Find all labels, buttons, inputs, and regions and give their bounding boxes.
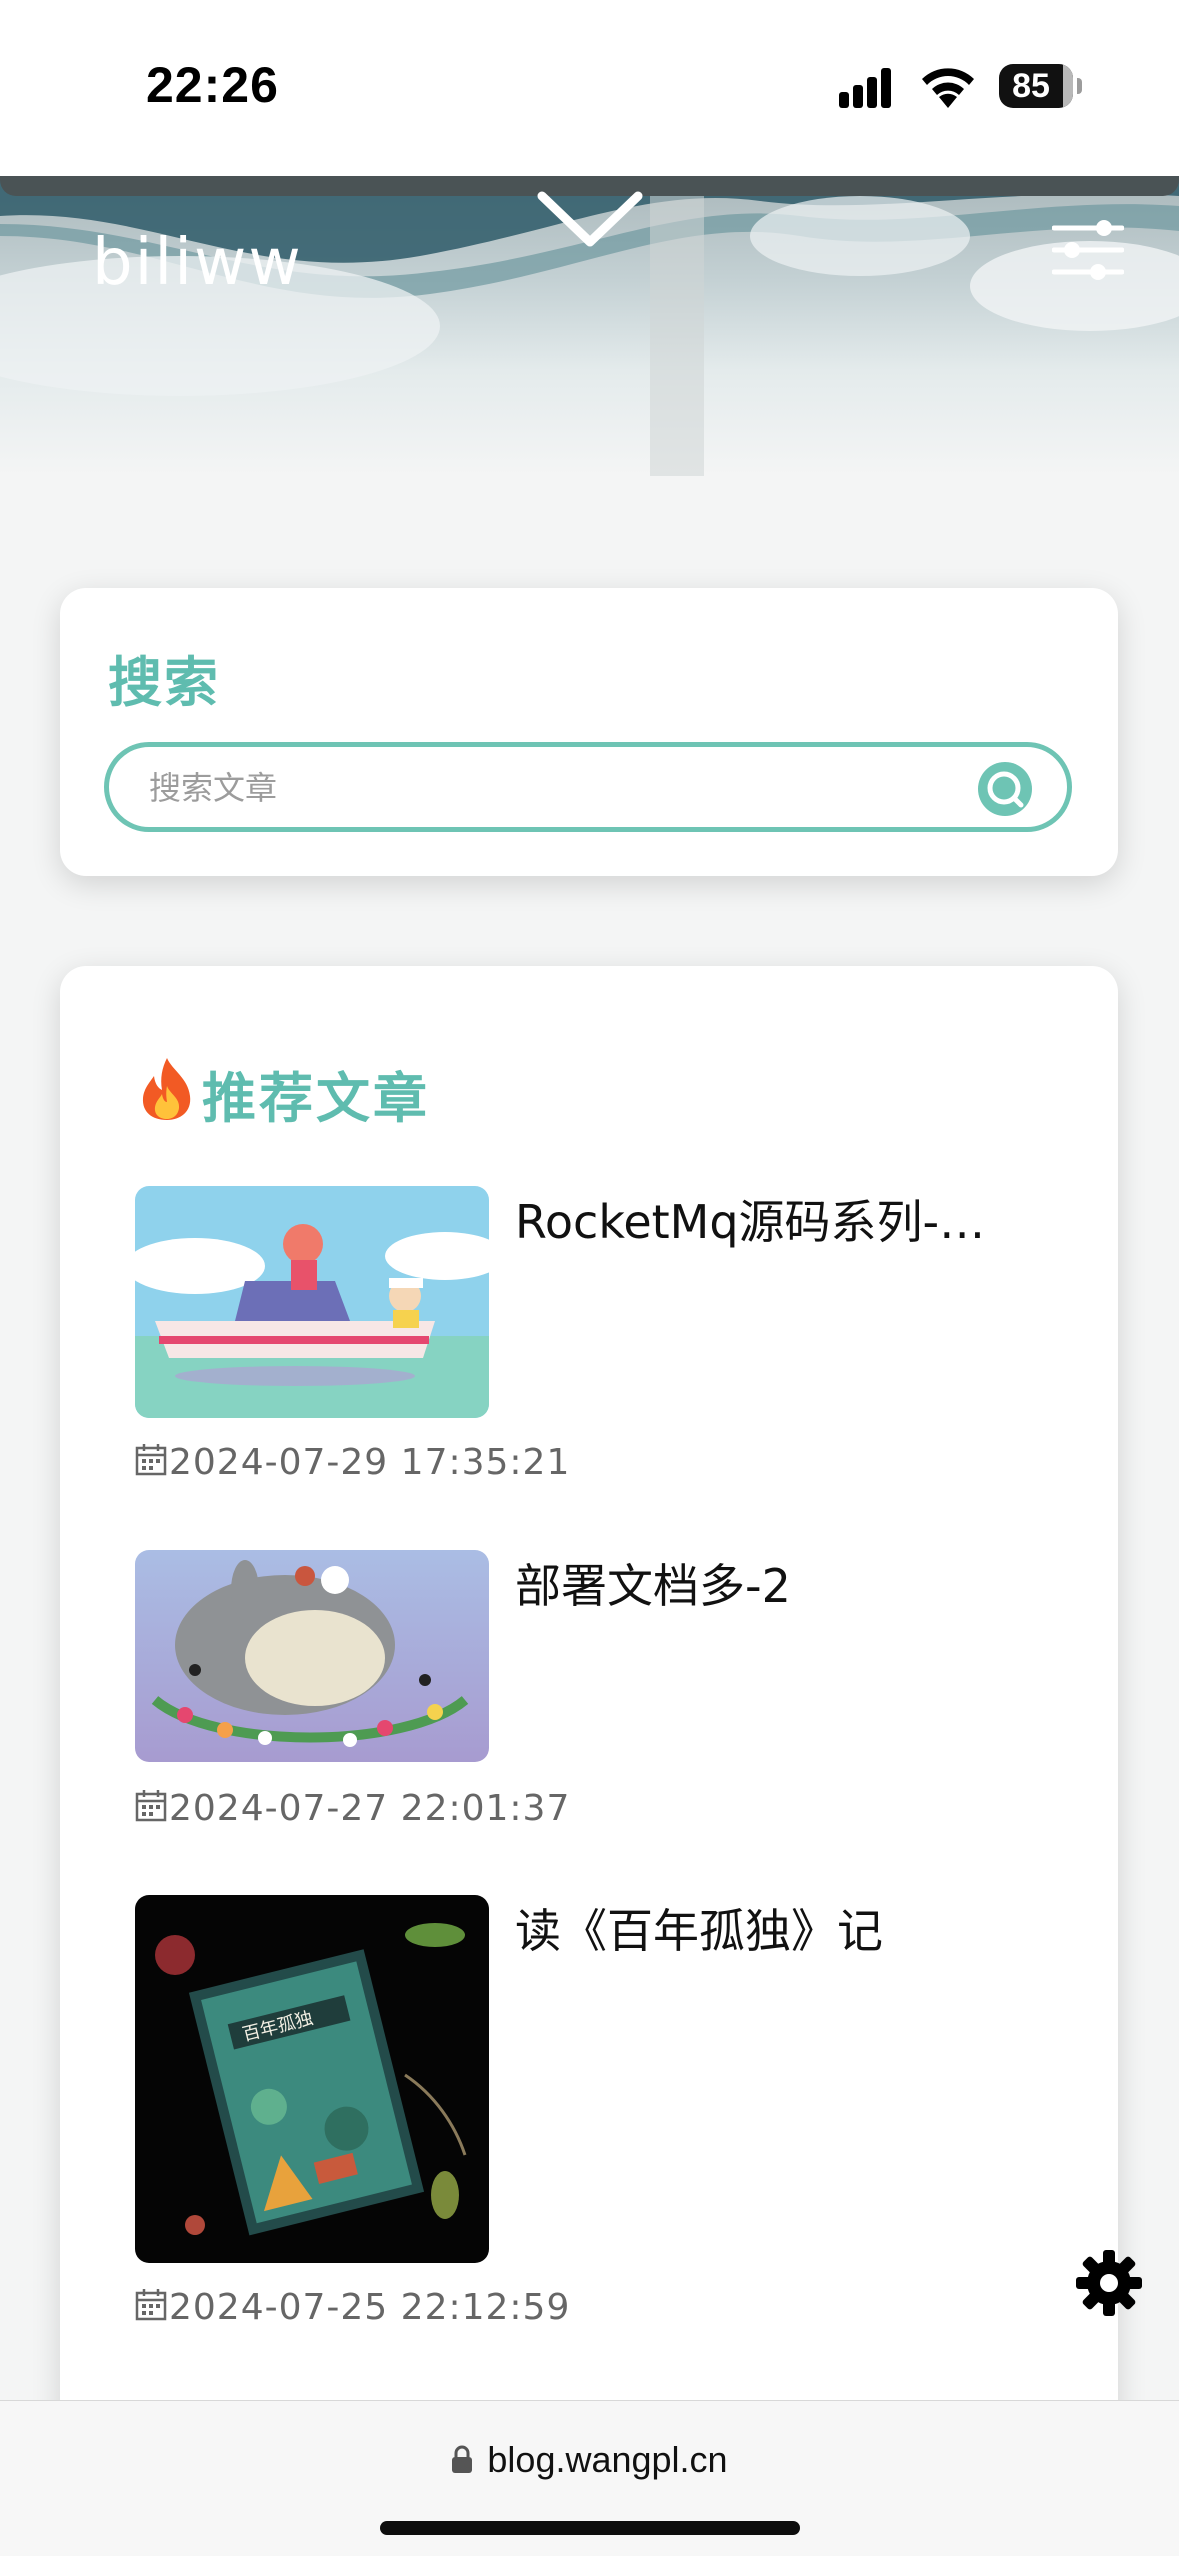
article-date: 2024-07-29 17:35:21 [135,1442,570,1483]
article-title[interactable]: 读《百年孤独》记 [515,1895,1035,1961]
search-box[interactable] [104,742,1072,832]
status-time: 22:26 [146,57,279,113]
recommended-heading: 推荐文章 [202,1067,430,1130]
url-text: blog.wangpl.cn [487,2439,728,2480]
list-item[interactable]: RocketMq源码系列-… 2024-07-29 17:35:21 [135,1186,1055,1516]
header-banner: biliww [0,176,1179,476]
article-thumbnail[interactable]: 百年孤独 [135,1895,489,2263]
article-date: 2024-07-25 22:12:59 [135,2287,570,2328]
article-title[interactable]: 部署文档多-2 [515,1550,1035,1616]
battery-level: 85 [1012,67,1050,105]
home-indicator[interactable] [380,2521,800,2535]
battery-cap [1077,78,1082,94]
article-date-text: 2024-07-29 17:35:21 [169,1442,571,1483]
browser-url-bar[interactable]: blog.wangpl.cn [0,2400,1179,2556]
status-bar: 22:26 85 [0,0,1179,176]
url-display[interactable]: blog.wangpl.cn [0,2439,1179,2481]
search-heading: 搜索 [108,651,220,714]
menu-icon[interactable] [1052,218,1124,282]
article-date-text: 2024-07-25 22:12:59 [169,2287,571,2328]
recommended-card: 推荐文章 RocketMq源码系列-… 2024-07-29 17:35:21 … [60,966,1118,2556]
article-date: 2024-07-27 22:01:37 [135,1788,570,1829]
search-card: 搜索 [60,588,1118,876]
calendar-icon [135,1790,167,1822]
calendar-icon [135,1444,167,1476]
article-thumbnail[interactable] [135,1186,489,1418]
fire-icon [142,1058,191,1120]
lock-icon [452,2445,473,2473]
site-title[interactable]: biliww [92,226,303,300]
article-date-text: 2024-07-27 22:01:37 [169,1788,571,1829]
signal-icon [839,68,891,108]
settings-icon[interactable] [1074,2248,1144,2318]
search-icon[interactable] [977,761,1033,817]
battery-icon: 85 [999,64,1073,108]
list-item[interactable]: 百年孤独 读《百年孤独》记 2024-07-25 22:12:59 [135,1895,1055,2335]
chevron-down-icon[interactable] [536,190,644,250]
search-input[interactable] [149,763,949,813]
calendar-icon [135,2289,167,2321]
article-title[interactable]: RocketMq源码系列-… [515,1186,1035,1252]
article-thumbnail[interactable] [135,1550,489,1762]
wifi-icon [922,68,974,108]
list-item[interactable]: 部署文档多-2 2024-07-27 22:01:37 [135,1550,1055,1850]
